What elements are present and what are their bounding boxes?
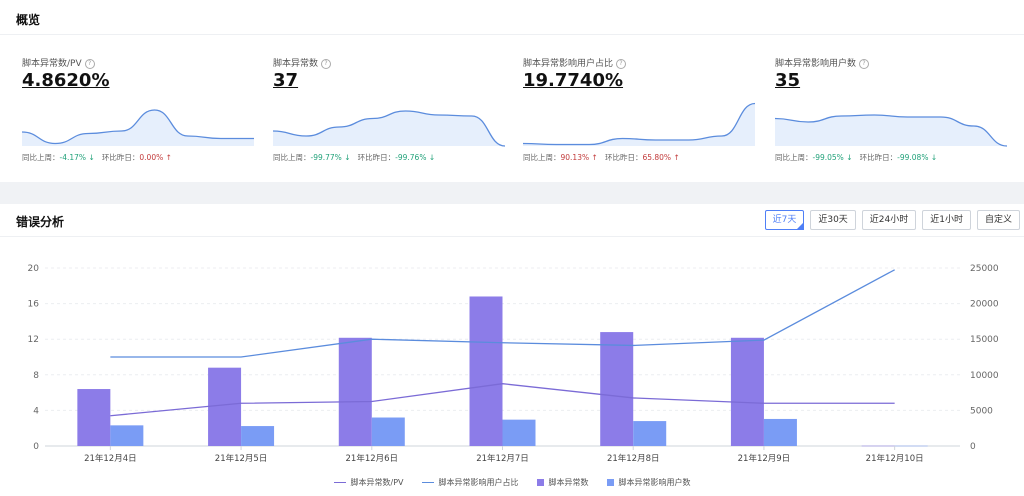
kpi-card-user-count[interactable]: 脚本异常影响用户数? 35 同比上周：-99.05% ↓ 环比昨日：-99.08…: [775, 52, 1007, 172]
legend-item[interactable]: 脚本异常影响用户数: [606, 477, 691, 488]
right-tick-label: 15000: [970, 335, 999, 345]
legend-item[interactable]: 脚本异常影响用户占比: [421, 477, 519, 488]
arrow-up-icon: ↑: [591, 153, 598, 162]
series-line: [110, 269, 895, 358]
bar: [208, 367, 242, 446]
left-tick-label: 12: [28, 335, 39, 345]
right-tick-label: 25000: [970, 264, 999, 274]
bar: [763, 418, 797, 446]
bar: [110, 425, 144, 446]
right-tick-label: 0: [970, 442, 976, 452]
bar: [371, 417, 405, 446]
kpi-compare: 同比上周：-99.05% ↓ 环比昨日：-99.08% ↓: [775, 153, 938, 162]
legend-item[interactable]: 脚本异常数: [536, 477, 589, 488]
range-button-7d[interactable]: 近7天: [764, 210, 805, 230]
x-tick-label: 21年12月8日: [607, 453, 660, 464]
bar: [861, 445, 895, 447]
overview-title: 概览: [16, 13, 41, 27]
bar: [241, 426, 275, 446]
x-tick-label: 21年12月5日: [215, 453, 268, 464]
sparkline-area: [775, 115, 1007, 146]
left-tick-label: 20: [28, 264, 40, 274]
arrow-down-icon: ↓: [428, 153, 436, 162]
range-button-1h[interactable]: 近1小时: [922, 210, 971, 230]
right-tick-label: 20000: [970, 300, 999, 310]
arrow-down-icon: ↓: [846, 153, 853, 162]
x-tick-label: 21年12月6日: [346, 453, 399, 464]
help-icon[interactable]: ?: [321, 58, 332, 69]
sparkline-chart: [273, 110, 505, 147]
kpi-value[interactable]: 37: [273, 70, 298, 91]
arrow-up-icon: ↑: [673, 153, 680, 162]
kpi-compare: 同比上周：-4.17% ↓ 环比昨日：0.00% ↑: [22, 153, 172, 162]
kpi-card-pv-ratio[interactable]: 脚本异常数/PV? 4.8620% 同比上周：-4.17% ↓ 环比昨日：0.0…: [22, 52, 254, 172]
help-icon[interactable]: ?: [84, 58, 95, 69]
right-tick-label: 5000: [970, 406, 993, 416]
divider: [0, 34, 1024, 35]
left-tick-label: 4: [33, 406, 39, 416]
range-button-24h[interactable]: 近24小时: [861, 210, 917, 230]
left-tick-label: 8: [33, 371, 39, 381]
arrow-up-icon: ↑: [165, 153, 172, 162]
x-tick-label: 21年12月10日: [866, 453, 924, 464]
error-analysis-chart: 0 4 8 12 16 20 0 5000 10000 15000 20000 25000 21年12月…: [28, 264, 999, 464]
range-button-custom[interactable]: 自定义: [976, 210, 1020, 230]
left-tick-label: 0: [33, 442, 39, 452]
error-analysis-panel: 错误分析 近7天 近30天 近24小时 近1小时 自定义 0 4 8 12 16 20 0 5…: [0, 204, 1024, 496]
bar: [600, 332, 634, 446]
bar: [633, 421, 667, 446]
x-tick-label: 21年12月4日: [84, 453, 137, 464]
x-tick-label: 21年12月9日: [738, 453, 791, 464]
bar: [502, 419, 536, 446]
legend-item[interactable]: 脚本异常数/PV: [333, 477, 404, 488]
x-tick-label: 21年12月7日: [476, 453, 529, 464]
sparkline-chart: [775, 114, 1007, 147]
sparkline-area: [22, 110, 254, 146]
sparkline-chart: [523, 102, 755, 146]
kpi-compare: 同比上周：90.13% ↑ 环比昨日：65.80% ↑: [523, 153, 680, 162]
help-icon[interactable]: ?: [616, 58, 627, 69]
divider: [0, 236, 1024, 237]
left-tick-label: 16: [28, 300, 40, 310]
kpi-card-user-ratio[interactable]: 脚本异常影响用户占比? 19.7740% 同比上周：90.13% ↑ 环比昨日：…: [523, 52, 755, 172]
arrow-down-icon: ↓: [88, 153, 95, 162]
kpi-label: 脚本异常影响用户数?: [775, 56, 870, 69]
overview-panel: 概览 脚本异常数/PV? 4.8620% 同比上周：-4.17% ↓ 环比昨日：…: [0, 0, 1024, 182]
right-tick-label: 10000: [970, 371, 999, 381]
chart-legend: 脚本异常数/PV 脚本异常影响用户占比 脚本异常数 脚本异常影响用户数: [0, 477, 1024, 488]
help-icon[interactable]: ?: [859, 58, 870, 69]
time-range-selector: 近7天 近30天 近24小时 近1小时 自定义: [764, 210, 1020, 230]
analysis-title: 错误分析: [16, 215, 65, 229]
bar: [469, 296, 503, 446]
arrow-down-icon: ↓: [930, 153, 938, 162]
bar: [338, 337, 372, 446]
bar: [894, 445, 928, 447]
arrow-down-icon: ↓: [344, 153, 351, 162]
sparkline-chart: [22, 109, 254, 146]
kpi-value[interactable]: 35: [775, 70, 800, 91]
kpi-label: 脚本异常影响用户占比?: [523, 56, 627, 69]
kpi-compare: 同比上周：-99.77% ↓ 环比昨日：-99.76% ↓: [273, 153, 436, 162]
range-button-30d[interactable]: 近30天: [810, 210, 856, 230]
kpi-label: 脚本异常数/PV?: [22, 56, 95, 69]
bar: [77, 389, 111, 446]
kpi-value[interactable]: 19.7740%: [523, 70, 623, 91]
kpi-value[interactable]: 4.8620%: [22, 70, 110, 91]
kpi-card-error-count[interactable]: 脚本异常数? 37 同比上周：-99.77% ↓ 环比昨日：-99.76% ↓: [273, 52, 505, 172]
kpi-label: 脚本异常数?: [273, 56, 332, 69]
bar: [730, 337, 764, 446]
